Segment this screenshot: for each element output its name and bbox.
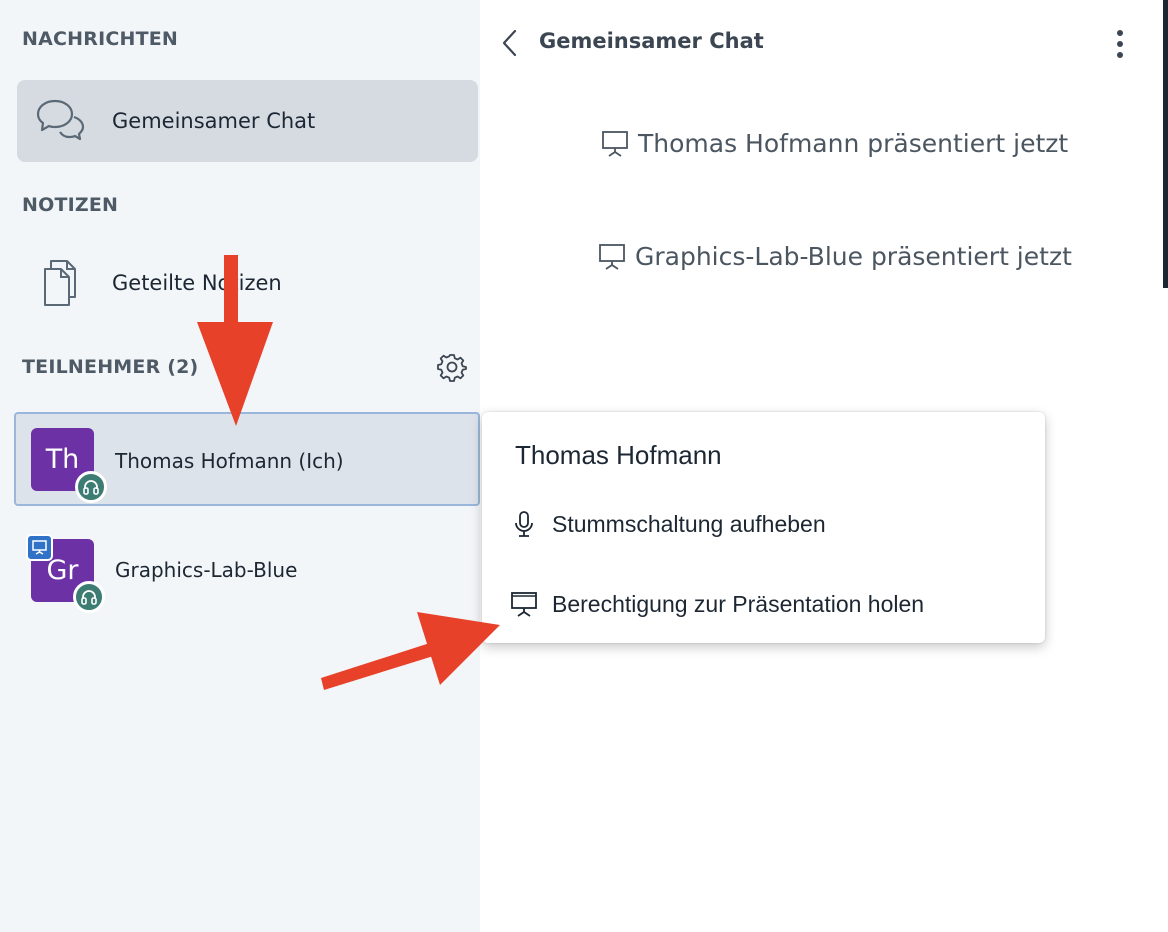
public-chat-label: Gemeinsamer Chat — [112, 109, 316, 133]
presentation-icon — [599, 244, 625, 270]
user-actions-menu: Thomas Hofmann Stummschaltung aufheben B… — [482, 412, 1045, 643]
participants-section-title: TEILNEHMER (2) — [22, 356, 199, 378]
system-message: Graphics-Lab-Blue präsentiert jetzt — [597, 241, 1072, 271]
presentation-icon — [511, 592, 537, 617]
menu-item-label: Berechtigung zur Präsentation holen — [552, 590, 925, 617]
system-message-text: Graphics-Lab-Blue präsentiert jetzt — [635, 241, 1072, 271]
presentation-icon — [32, 540, 47, 555]
shared-notes-label: Geteilte Notizen — [112, 271, 282, 295]
avatar-initials: Th — [45, 444, 80, 475]
headphones-icon — [81, 590, 97, 605]
headphones-icon — [83, 480, 99, 495]
menu-item-label: Stummschaltung aufheben — [552, 510, 826, 537]
system-message-text: Thomas Hofmann präsentiert jetzt — [638, 128, 1069, 158]
chevron-left-icon[interactable] — [500, 28, 520, 58]
documents-icon — [44, 260, 76, 306]
system-message: Thomas Hofmann präsentiert jetzt — [600, 128, 1068, 158]
shared-notes-item[interactable]: Geteilte Notizen — [17, 242, 478, 324]
messages-section-title: NACHRICHTEN — [22, 28, 179, 50]
menu-item-unmute[interactable]: Stummschaltung aufheben — [510, 504, 826, 544]
menu-title: Thomas Hofmann — [515, 440, 722, 470]
user-row-thomas-hofmann[interactable]: Th Thomas Hofmann (Ich) — [14, 412, 480, 506]
presenter-badge — [26, 534, 53, 561]
headphones-badge — [73, 581, 105, 613]
notes-section-title: NOTIZEN — [22, 194, 119, 216]
user-list-sidebar: NACHRICHTEN Gemeinsamer Chat NOTIZEN Get… — [0, 0, 480, 932]
headphones-badge — [75, 471, 107, 503]
gear-icon[interactable] — [437, 352, 467, 382]
menu-item-take-presenter[interactable]: Berechtigung zur Präsentation holen — [510, 584, 924, 624]
microphone-icon — [515, 511, 533, 537]
presentation-icon — [602, 131, 628, 157]
user-name: Graphics-Lab-Blue — [115, 558, 298, 582]
user-row-graphics-lab-blue[interactable]: Gr Graphics-Lab-Blue — [14, 524, 480, 618]
scrollbar[interactable] — [1163, 0, 1168, 288]
public-chat-item[interactable]: Gemeinsamer Chat — [17, 80, 478, 162]
chat-title: Gemeinsamer Chat — [539, 29, 764, 53]
more-options-icon[interactable] — [1108, 28, 1132, 60]
user-name: Thomas Hofmann (Ich) — [115, 449, 344, 473]
chat-bubbles-icon — [36, 99, 85, 141]
